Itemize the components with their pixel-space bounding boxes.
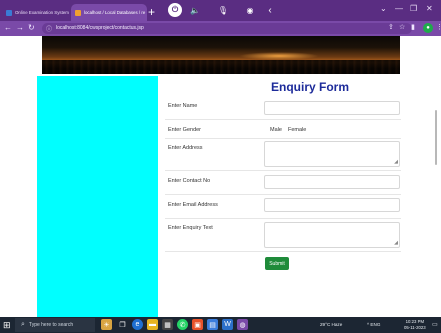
back-arrow-icon[interactable]: ‹ — [263, 3, 277, 17]
resize-grip-icon[interactable]: ◢ — [394, 160, 398, 165]
bookmark-star-icon[interactable]: ☆ — [399, 23, 405, 31]
form-title: Enquiry Form — [270, 80, 349, 94]
tab-online-examination[interactable]: Online Examination System × — [2, 4, 70, 21]
close-window-button[interactable]: ✕ — [426, 4, 433, 13]
name-label: Enter Name — [168, 103, 198, 109]
taskbar-clock[interactable]: 10:23 PM 05-11-2023 — [404, 319, 426, 330]
tab-label: Online Examination System — [15, 10, 69, 15]
row-divider — [165, 170, 401, 171]
file-explorer-icon[interactable]: ▬ — [147, 319, 158, 330]
notification-icon[interactable]: ▭ — [432, 321, 438, 328]
store-icon[interactable]: ▦ — [162, 319, 173, 330]
tab-search-chevron-icon[interactable]: ⌄ — [380, 4, 387, 13]
whatsapp-icon[interactable]: ✆ — [177, 319, 188, 330]
page-scrollbar[interactable] — [435, 110, 437, 165]
restore-button[interactable]: ❐ — [410, 4, 417, 13]
photos-icon[interactable]: ▤ — [207, 319, 218, 330]
address-label: Enter Address — [168, 145, 203, 151]
left-sidebar-panel — [37, 76, 158, 317]
enquiry-textarea[interactable]: ◢ — [264, 222, 400, 248]
media-app-icon[interactable]: ⏻ — [168, 3, 182, 17]
resize-grip-icon[interactable]: ◢ — [394, 241, 398, 246]
phpmyadmin-favicon-icon — [75, 9, 81, 16]
windows-start-icon[interactable]: ⊞ — [3, 319, 13, 331]
forward-button[interactable]: → — [16, 23, 24, 33]
minimize-button[interactable]: — — [395, 4, 403, 13]
page-favicon-icon — [6, 9, 12, 16]
weather-widget-icon[interactable]: ☀ — [101, 319, 112, 330]
new-tab-button[interactable]: + — [148, 6, 155, 18]
reload-button[interactable]: ↻ — [28, 23, 35, 33]
chrome-icon[interactable]: ◍ — [237, 319, 248, 330]
enquiry-label: Enter Enquiry Text — [168, 225, 213, 231]
close-tab-icon[interactable]: × — [145, 10, 147, 16]
gender-option-female[interactable]: Female — [288, 127, 306, 133]
system-tray[interactable]: ^ ENG — [367, 322, 380, 327]
word-icon[interactable]: W — [222, 319, 233, 330]
tab-localhost-databases[interactable]: localhost / Local Databases / re × — [71, 4, 147, 21]
name-input[interactable] — [264, 101, 400, 115]
site-info-icon[interactable]: ⓘ — [46, 24, 52, 33]
taskbar-search-box[interactable]: ⌕ Type here to search — [15, 318, 95, 332]
contact-label: Enter Contact No — [168, 178, 211, 184]
app-icon[interactable]: ▣ — [192, 319, 203, 330]
weather-text[interactable]: 29°C Haze — [320, 322, 342, 327]
clock-date: 05-11-2023 — [404, 324, 426, 330]
row-divider — [165, 251, 401, 252]
profile-avatar[interactable]: ● — [423, 23, 433, 33]
gender-option-male[interactable]: Male — [270, 127, 282, 133]
camera-icon[interactable]: ◉ — [243, 3, 257, 17]
contact-input[interactable] — [264, 175, 400, 189]
clock-time: 10:23 PM — [405, 319, 425, 324]
edge-browser-icon[interactable]: e — [132, 319, 143, 330]
address-textarea[interactable]: ◢ — [264, 141, 400, 167]
microphone-icon[interactable]: 🎙 — [216, 3, 230, 17]
header-banner-image — [42, 36, 400, 74]
email-input[interactable] — [264, 198, 400, 212]
submit-button[interactable]: Submit — [265, 257, 289, 270]
row-divider — [165, 119, 401, 120]
email-label: Enter Email Address — [168, 202, 218, 208]
browser-menu-icon[interactable]: ⋮ — [436, 23, 441, 31]
search-icon: ⌕ — [21, 321, 25, 328]
row-divider — [165, 194, 401, 195]
url-text[interactable]: localhost:8084/cwsproject/contactus.jsp — [56, 25, 144, 31]
row-divider — [165, 218, 401, 219]
share-icon[interactable]: ⇪ — [388, 23, 394, 31]
search-placeholder: Type here to search — [28, 322, 74, 328]
gender-label: Enter Gender — [168, 127, 202, 133]
task-view-icon[interactable]: ❐ — [117, 319, 128, 330]
sidebar-panel-icon[interactable]: ▮ — [411, 23, 415, 31]
back-button[interactable]: ← — [4, 23, 12, 33]
tab-label: localhost / Local Databases / re — [84, 10, 146, 15]
speaker-icon[interactable]: 🔈 — [188, 3, 202, 17]
close-tab-icon[interactable]: × — [69, 10, 70, 16]
row-divider — [165, 138, 401, 139]
